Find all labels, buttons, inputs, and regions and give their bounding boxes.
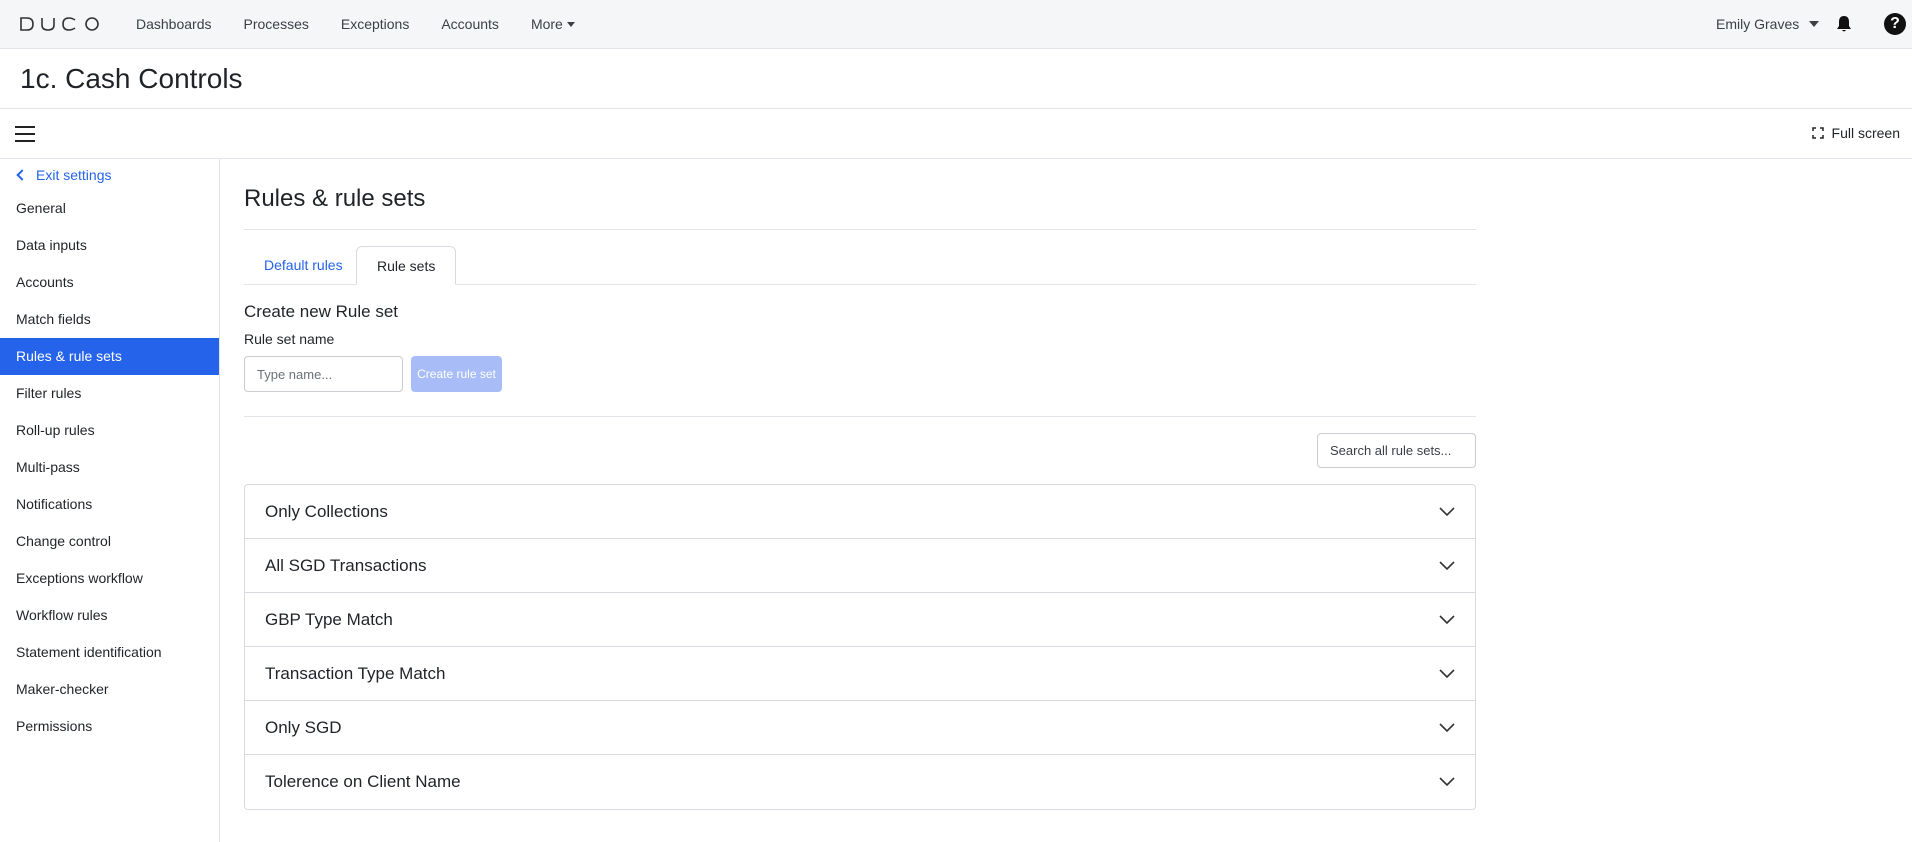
nav-more-dropdown[interactable]: More bbox=[531, 16, 575, 32]
sidebar-item-workflow-rules[interactable]: Workflow rules bbox=[0, 597, 219, 634]
create-rule-set-heading: Create new Rule set bbox=[244, 302, 399, 321]
sidebar-menu: General Data inputs Accounts Match field… bbox=[0, 190, 219, 745]
rule-set-name: Only SGD bbox=[265, 717, 342, 737]
chevron-down-icon bbox=[1439, 506, 1455, 516]
nav-dashboards[interactable]: Dashboards bbox=[136, 16, 212, 32]
sidebar-item-filter-rules[interactable]: Filter rules bbox=[0, 375, 219, 412]
exit-settings-link[interactable]: Exit settings bbox=[16, 167, 111, 183]
section-title: Rules & rule sets bbox=[244, 185, 1476, 230]
caret-down-icon bbox=[1809, 21, 1820, 27]
rule-sets-accordion: Only Collections All SGD Transactions GB… bbox=[244, 484, 1476, 810]
rule-set-item[interactable]: GBP Type Match bbox=[245, 593, 1475, 647]
rule-set-name: Tolerence on Client Name bbox=[265, 772, 461, 791]
sidebar-item-accounts[interactable]: Accounts bbox=[0, 264, 219, 301]
divider bbox=[244, 416, 1476, 417]
sidebar-item-statement-identification[interactable]: Statement identification bbox=[0, 634, 219, 671]
search-rule-sets-input[interactable] bbox=[1317, 433, 1476, 468]
rule-set-item[interactable]: Tolerence on Client Name bbox=[245, 755, 1475, 809]
rule-set-name: GBP Type Match bbox=[265, 609, 393, 629]
page-title: 1c. Cash Controls bbox=[20, 63, 243, 94]
sidebar-item-permissions[interactable]: Permissions bbox=[0, 708, 219, 745]
caret-down-icon bbox=[566, 21, 575, 27]
rule-set-name: Only Collections bbox=[265, 501, 388, 521]
fullscreen-button[interactable]: Full screen bbox=[1811, 125, 1900, 141]
bell-icon[interactable] bbox=[1834, 14, 1854, 34]
chevron-down-icon bbox=[1439, 668, 1455, 678]
fullscreen-label: Full screen bbox=[1831, 125, 1900, 141]
sidebar-item-maker-checker[interactable]: Maker-checker bbox=[0, 671, 219, 708]
sidebar-item-rules-and-rule-sets[interactable]: Rules & rule sets bbox=[0, 338, 219, 375]
rules-tabs: Default rules Rule sets bbox=[244, 230, 1476, 285]
rule-set-name: All SGD Transactions bbox=[265, 555, 427, 575]
chevron-down-icon bbox=[1439, 722, 1455, 732]
create-rule-set-button[interactable]: Create rule set bbox=[411, 356, 502, 392]
exit-settings-label: Exit settings bbox=[36, 167, 112, 183]
nav-more-label: More bbox=[530, 16, 563, 32]
rule-set-item[interactable]: Only SGD bbox=[245, 701, 1475, 755]
tab-default-rules[interactable]: Default rules bbox=[244, 246, 363, 285]
chevron-down-icon bbox=[1439, 777, 1455, 787]
sidebar-item-roll-up-rules[interactable]: Roll-up rules bbox=[0, 412, 219, 449]
help-icon[interactable]: ? bbox=[1884, 13, 1906, 35]
sidebar-item-multi-pass[interactable]: Multi-pass bbox=[0, 449, 219, 486]
duco-logo[interactable] bbox=[20, 16, 100, 32]
rule-set-item[interactable]: Only Collections bbox=[245, 485, 1475, 539]
create-rule-set-row: Create rule set bbox=[244, 356, 1476, 392]
user-name: Emily Graves bbox=[1716, 16, 1800, 32]
logo-wordmark bbox=[20, 17, 99, 31]
sidebar-item-change-control[interactable]: Change control bbox=[0, 523, 219, 560]
top-nav: Dashboards Processes Exceptions Accounts… bbox=[0, 0, 1912, 49]
main-nav-links: Dashboards Processes Exceptions Accounts… bbox=[136, 0, 607, 48]
nav-accounts[interactable]: Accounts bbox=[441, 16, 499, 32]
rule-set-name: Transaction Type Match bbox=[265, 663, 446, 683]
expand-icon bbox=[1811, 127, 1824, 139]
main-content: Rules & rule sets Default rules Rule set… bbox=[244, 159, 1476, 810]
rule-set-name-input[interactable] bbox=[244, 356, 403, 392]
chevron-down-icon bbox=[1439, 614, 1455, 624]
search-row bbox=[244, 433, 1476, 468]
sidebar-item-exceptions-workflow[interactable]: Exceptions workflow bbox=[0, 560, 219, 597]
sidebar-item-notifications[interactable]: Notifications bbox=[0, 486, 219, 523]
title-bar: 1c. Cash Controls bbox=[0, 49, 1912, 109]
rule-set-item[interactable]: Transaction Type Match bbox=[245, 647, 1475, 701]
sidebar-item-data-inputs[interactable]: Data inputs bbox=[0, 227, 219, 264]
tab-rule-sets[interactable]: Rule sets bbox=[356, 246, 457, 285]
chevron-down-icon bbox=[1439, 560, 1455, 570]
nav-exceptions[interactable]: Exceptions bbox=[341, 16, 409, 32]
sidebar-item-general[interactable]: General bbox=[0, 190, 219, 227]
hamburger-menu-icon[interactable] bbox=[15, 126, 35, 142]
settings-sidebar: Exit settings General Data inputs Accoun… bbox=[0, 159, 220, 842]
nav-processes[interactable]: Processes bbox=[244, 16, 309, 32]
toolbar: Full screen bbox=[0, 109, 1912, 159]
user-menu[interactable]: Emily Graves bbox=[1716, 0, 1820, 48]
rule-set-name-label: Rule set name bbox=[244, 331, 335, 347]
sidebar-item-match-fields[interactable]: Match fields bbox=[0, 301, 219, 338]
rule-set-item[interactable]: All SGD Transactions bbox=[245, 539, 1475, 593]
chevron-left-icon bbox=[16, 169, 28, 181]
